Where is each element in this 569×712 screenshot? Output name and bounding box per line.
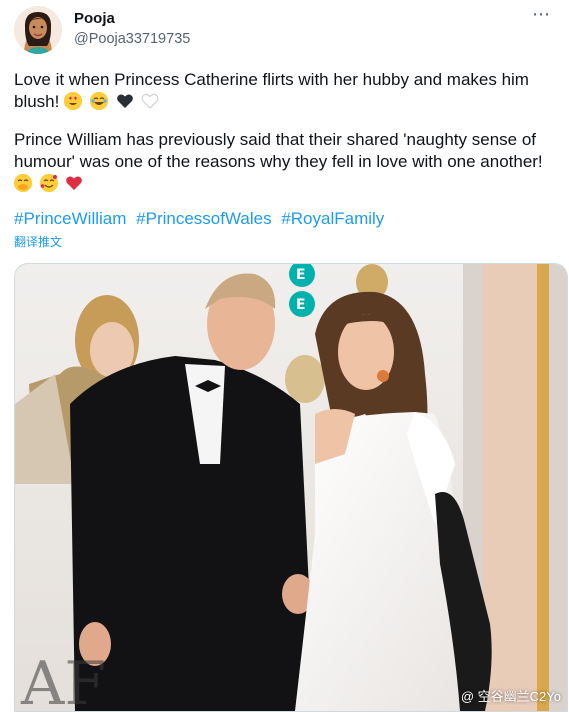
hand-over-mouth-emoji [14,174,32,192]
red-heart-emoji [65,174,83,192]
svg-text:E: E [296,267,306,283]
more-options-icon[interactable]: ⋯ [532,4,551,25]
tweet-text-line-4: humour' was one of the reasons why they … [14,152,543,171]
tweet-text-line-3: Prince William has previously said that … [14,130,537,149]
heart-eyes-emoji [64,92,83,110]
svg-text:E: E [296,297,306,313]
tweet-photo[interactable]: E E AF @ 空谷幽兰C2Yo [14,263,568,712]
black-heart-emoji [116,92,134,110]
hashtag-princess-of-wales[interactable]: #PrincessofWales [136,209,271,228]
floor-letters: AF [20,649,106,711]
tweet-text-blush: blush! [14,92,60,111]
tweet-emoji-line [14,172,564,196]
tears-of-joy-emoji [89,92,108,110]
smiling-face-with-hearts-emoji [39,174,58,192]
white-heart-emoji [141,92,159,110]
user-name[interactable]: Pooja [74,10,115,27]
hashtag-prince-william[interactable]: #PrinceWilliam [14,209,126,228]
watermark: @ 空谷幽兰C2Yo [460,689,561,704]
tweet-text-line-1: Love it when Princess Catherine flirts w… [14,70,529,89]
translate-tweet-link[interactable]: 翻译推文 [14,233,62,250]
avatar[interactable] [14,6,62,54]
photo-illustration: E E AF [15,264,567,711]
hashtag-list: #PrinceWilliam #PrincessofWales #RoyalFa… [14,209,384,229]
tweet-card: Pooja @Pooja33719735 ⋯ Love it when Prin… [0,0,569,712]
hashtag-royal-family[interactable]: #RoyalFamily [281,209,384,228]
tweet-text-line-2: blush! [14,90,564,114]
user-handle[interactable]: @Pooja33719735 [74,31,190,47]
